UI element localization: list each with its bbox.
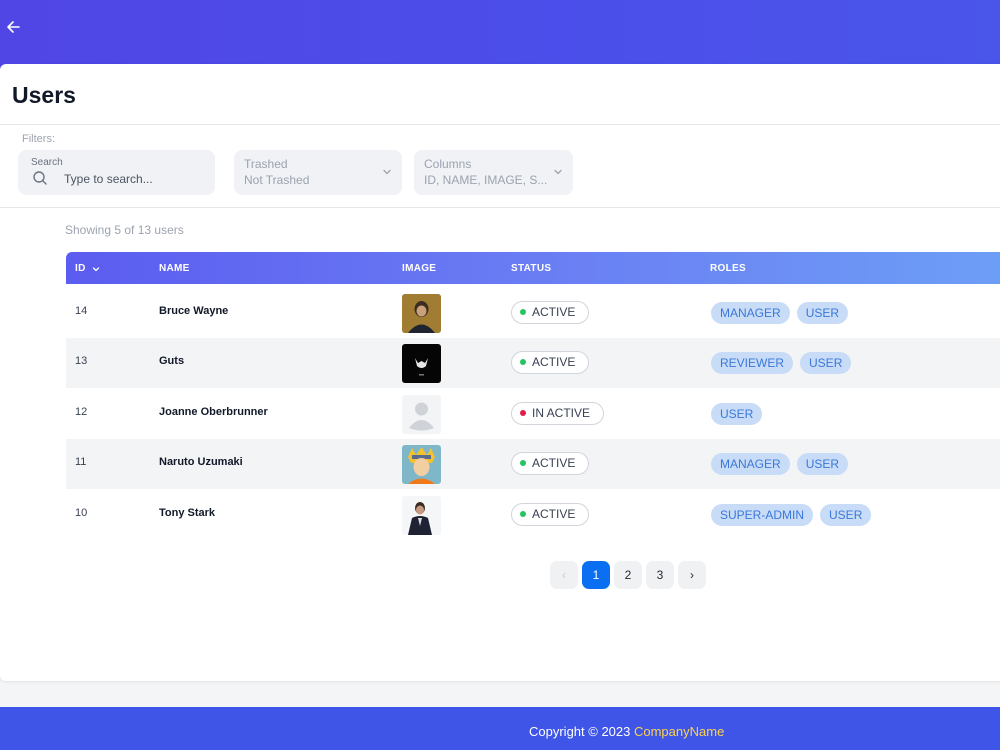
role-badge: REVIEWER — [711, 352, 794, 374]
trashed-select[interactable]: Trashed Not Trashed — [234, 150, 402, 195]
user-name: Bruce Wayne — [159, 305, 229, 317]
avatar — [402, 445, 441, 484]
status-badge: ACTIVE — [511, 301, 590, 324]
status-badge: ACTIVE — [511, 503, 590, 526]
table-row[interactable]: 10 Tony Stark ACTIVE SUPER-ADMIN USER — [66, 490, 1000, 540]
page-button-1[interactable]: 1 — [582, 561, 610, 589]
divider — [0, 207, 1000, 208]
roles-list: SUPER-ADMIN USER — [711, 504, 872, 526]
trashed-value: Not Trashed — [244, 173, 310, 187]
status-dot — [520, 309, 526, 315]
roles-list: MANAGER USER — [711, 453, 849, 475]
user-id: 13 — [75, 355, 88, 367]
status-dot — [520, 359, 526, 365]
table-row[interactable]: 14 Bruce Wayne ACTIVE MANAGER USER — [66, 288, 1000, 338]
role-badge: MANAGER — [711, 453, 790, 475]
user-id: 10 — [75, 507, 88, 519]
user-id: 14 — [75, 305, 88, 317]
showing-count: Showing 5 of 13 users — [65, 223, 184, 237]
search-filter: Search — [18, 150, 215, 195]
status-badge: ACTIVE — [511, 452, 590, 475]
table-header: ID NAME IMAGE STATUS ROLES — [66, 252, 1000, 284]
columns-value: ID, NAME, IMAGE, S... — [424, 173, 548, 187]
divider — [0, 124, 1000, 125]
chevron-down-icon — [92, 266, 99, 271]
table-row[interactable]: 11 Naruto Uzumaki ACTIVE MANAGER USER — [66, 439, 1000, 489]
column-header-image: IMAGE — [402, 263, 437, 274]
filters-label: Filters: — [22, 133, 55, 145]
chevron-down-icon — [383, 169, 391, 175]
roles-list: USER — [711, 403, 763, 425]
copyright-text: Copyright © 2023 CompanyName — [529, 724, 724, 739]
page-button-2[interactable]: 2 — [614, 561, 642, 589]
status-text: ACTIVE — [532, 355, 576, 369]
role-badge: SUPER-ADMIN — [711, 504, 814, 526]
user-name: Guts — [159, 355, 185, 367]
status-text: ACTIVE — [532, 456, 576, 470]
page-button-3[interactable]: 3 — [646, 561, 674, 589]
user-id: 12 — [75, 406, 88, 418]
arrow-left-icon — [7, 21, 20, 33]
company-link[interactable]: CompanyName — [634, 724, 724, 739]
trashed-label: Trashed — [244, 157, 288, 171]
column-header-id[interactable]: ID — [75, 263, 100, 274]
search-label: Search — [31, 157, 63, 168]
status-badge: ACTIVE — [511, 351, 590, 374]
status-dot — [520, 410, 526, 416]
table-row[interactable]: 13 Guts ACTIVE REVIEWER USER — [66, 338, 1000, 388]
avatar — [402, 496, 441, 535]
table-row[interactable]: 12 Joanne Oberbrunner IN ACTIVE USER — [66, 389, 1000, 439]
users-card: Users Filters: Search Trashed Not Trashe… — [0, 64, 1000, 681]
user-name: Tony Stark — [159, 507, 216, 519]
next-page-button[interactable]: › — [678, 561, 706, 589]
status-dot — [520, 460, 526, 466]
search-input[interactable] — [64, 170, 204, 188]
avatar — [402, 344, 441, 383]
status-dot — [520, 511, 526, 517]
footer: Copyright © 2023 CompanyName — [0, 707, 1000, 750]
column-header-id-label: ID — [75, 263, 86, 274]
role-badge: USER — [800, 352, 852, 374]
roles-list: MANAGER USER — [711, 302, 849, 324]
chevron-down-icon — [554, 169, 562, 175]
status-badge: IN ACTIVE — [511, 402, 605, 425]
role-badge: USER — [796, 302, 849, 324]
search-icon — [33, 171, 47, 185]
column-header-roles: ROLES — [710, 263, 746, 274]
avatar — [402, 395, 441, 434]
column-header-name: NAME — [159, 263, 190, 274]
copyright-label: Copyright © 2023 — [529, 724, 631, 739]
roles-list: REVIEWER USER — [711, 352, 852, 374]
role-badge: USER — [796, 453, 849, 475]
role-badge: MANAGER — [711, 302, 790, 324]
role-badge: USER — [711, 403, 763, 425]
pagination: ‹ 1 2 3 › — [550, 561, 706, 589]
user-name: Joanne Oberbrunner — [159, 406, 268, 418]
user-id: 11 — [75, 456, 87, 468]
status-text: IN ACTIVE — [532, 406, 591, 420]
prev-page-button[interactable]: ‹ — [550, 561, 578, 589]
columns-select[interactable]: Columns ID, NAME, IMAGE, S... — [414, 150, 573, 195]
column-header-status: STATUS — [511, 263, 552, 274]
role-badge: USER — [820, 504, 872, 526]
back-button[interactable] — [4, 18, 22, 36]
avatar — [402, 294, 441, 333]
columns-label: Columns — [424, 157, 472, 171]
status-text: ACTIVE — [532, 507, 576, 521]
user-name: Naruto Uzumaki — [159, 456, 243, 468]
page-title: Users — [12, 82, 76, 108]
status-text: ACTIVE — [532, 305, 576, 319]
